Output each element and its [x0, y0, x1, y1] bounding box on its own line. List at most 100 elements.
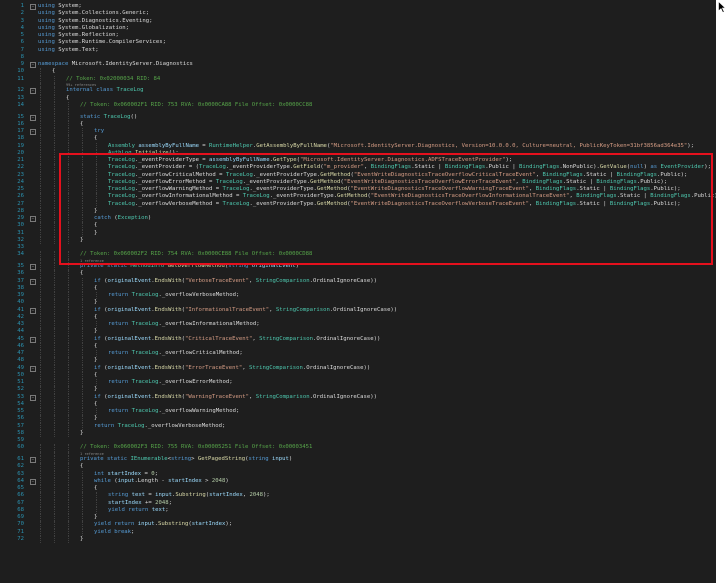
code-text[interactable]: }	[94, 415, 97, 422]
code-text[interactable]: {	[94, 485, 97, 492]
code-editor[interactable]: 1− using System; 2 using System.Collections…	[0, 0, 716, 583]
code-text[interactable]: return TraceLog._overflowWarningMethod;	[108, 408, 239, 415]
code-token: {	[66, 94, 70, 101]
code-token: int	[94, 470, 108, 477]
fold-toggle-icon[interactable]: −	[30, 216, 36, 222]
indent-guide	[40, 68, 41, 76]
code-text[interactable]: return TraceLog._overflowInformationalMe…	[108, 321, 260, 328]
code-text[interactable]: yield break;	[94, 529, 134, 536]
code-text[interactable]: using System.Reflection;	[38, 32, 119, 39]
fold-toggle-icon[interactable]: −	[30, 307, 36, 314]
code-text[interactable]: {	[80, 463, 83, 470]
code-text[interactable]: }	[94, 514, 97, 521]
line-number: 9	[20, 61, 24, 67]
line-number: 40	[17, 299, 24, 306]
code-text[interactable]: }	[94, 299, 97, 306]
code-text[interactable]: while (input.Length - startIndex > 2048)	[94, 478, 229, 485]
code-token: =	[145, 492, 156, 499]
code-text[interactable]: }	[94, 386, 97, 393]
code-token: "CriticalTraceEvent"	[184, 335, 253, 342]
code-token: startIndex	[107, 470, 142, 477]
code-text[interactable]: {	[80, 270, 83, 277]
code-text[interactable]: {	[94, 372, 97, 379]
code-text[interactable]: if (originalEvent.EndsWith("CriticalTrac…	[94, 336, 380, 343]
code-text[interactable]: static TraceLog()	[80, 114, 137, 121]
code-text[interactable]: {	[94, 314, 97, 321]
code-text[interactable]: // Token: 0x060002F1 RID: 753 RVA: 0x000…	[80, 102, 312, 109]
indent-guide	[68, 506, 69, 514]
code-text[interactable]: try	[94, 128, 104, 135]
line-number: 72	[17, 535, 24, 542]
indent-guide	[82, 470, 83, 478]
indent-guide	[82, 342, 83, 350]
code-line: 67 startIndex += 2048;	[0, 499, 716, 507]
code-token: namespace	[38, 61, 72, 67]
code-token: >	[201, 477, 212, 484]
fold-toggle-icon[interactable]: −	[30, 457, 36, 463]
code-text[interactable]: if (originalEvent.EndsWith("VerboseTrace…	[94, 278, 377, 285]
code-text[interactable]: namespace Microsoft.IdentityServer.Diagn…	[38, 61, 193, 68]
code-text[interactable]: if (originalEvent.EndsWith("WarningTrace…	[94, 394, 377, 401]
line-number: 11	[17, 75, 24, 82]
code-text[interactable]: string text = input.Substring(startIndex…	[108, 492, 270, 499]
code-line: 41− if (originalEvent.EndsWith("Informati…	[0, 306, 716, 314]
code-text[interactable]: internal class TraceLog	[66, 87, 143, 94]
indent-guide	[40, 321, 41, 329]
code-text[interactable]: }	[80, 536, 83, 543]
code-text[interactable]: // Token: 0x02000034 RID: 84	[66, 76, 160, 83]
fold-toggle-icon[interactable]: −	[30, 336, 36, 343]
fold-toggle-icon[interactable]: −	[30, 478, 36, 485]
code-text[interactable]: return TraceLog._overflowVerboseMethod;	[108, 292, 239, 299]
code-text[interactable]: using System.Text;	[38, 47, 99, 54]
fold-toggle-icon[interactable]: −	[30, 88, 36, 95]
fold-toggle-icon[interactable]: −	[30, 129, 36, 135]
code-token: System.Runtime.CompilerServices;	[58, 39, 166, 46]
indent-guide	[40, 222, 41, 230]
code-text[interactable]: using System.Collections.Generic;	[38, 10, 149, 17]
indent-guide	[96, 499, 97, 507]
code-text[interactable]: {	[80, 121, 83, 128]
editor-scrollbar[interactable]	[716, 0, 728, 583]
fold-toggle-icon[interactable]: −	[30, 264, 36, 270]
fold-toggle-icon[interactable]: −	[30, 278, 36, 285]
code-text[interactable]: {	[52, 68, 55, 75]
code-text[interactable]: {	[94, 285, 97, 292]
code-text[interactable]: // Token: 0x060002F3 RID: 755 RVA: 0x000…	[80, 444, 312, 451]
code-line: 60 // Token: 0x060002F3 RID: 755 RVA: 0x0…	[0, 444, 716, 452]
code-line: 72}	[0, 535, 716, 543]
fold-toggle-icon[interactable]: −	[30, 62, 36, 68]
code-text[interactable]: {	[66, 95, 69, 102]
fold-toggle-icon[interactable]: −	[30, 4, 36, 10]
indent-guide	[40, 335, 41, 343]
code-text[interactable]: return TraceLog._overflowErrorMethod;	[108, 379, 233, 386]
code-text[interactable]: return TraceLog._overflowCriticalMethod;	[108, 350, 243, 357]
code-text[interactable]: if (originalEvent.EndsWith("ErrorTraceEv…	[94, 365, 370, 372]
code-area: 1− using System; 2 using System.Collections…	[0, 3, 716, 543]
mouse-pointer-icon	[718, 1, 726, 13]
fold-toggle-icon[interactable]: −	[30, 394, 36, 401]
code-text[interactable]: int startIndex = 0;	[94, 471, 158, 478]
code-text[interactable]: private static IEnumerable<string> GetPa…	[80, 456, 292, 463]
code-text[interactable]: yield return input.Substring(startIndex)…	[94, 521, 232, 528]
code-text[interactable]: startIndex += 2048;	[108, 500, 172, 507]
code-token: using	[38, 10, 59, 17]
line-number: 7	[20, 46, 24, 53]
fold-toggle-icon[interactable]: −	[30, 114, 36, 121]
code-text[interactable]: using System.Diagnostics.Eventing;	[38, 18, 153, 25]
indent-guide	[68, 477, 69, 485]
code-text[interactable]: yield return text;	[108, 507, 169, 514]
code-text[interactable]: using System.Runtime.CompilerServices;	[38, 39, 166, 46]
code-text[interactable]: }	[94, 357, 97, 364]
code-text[interactable]: using System.Globalization;	[38, 25, 129, 32]
code-text[interactable]: if (originalEvent.EndsWith("Informationa…	[94, 307, 397, 314]
code-text[interactable]: {	[94, 343, 97, 350]
code-text[interactable]: {	[94, 135, 97, 142]
code-text[interactable]: return TraceLog._overflowVerboseMethod;	[94, 423, 225, 430]
code-text[interactable]: }	[80, 430, 83, 437]
code-text[interactable]: using System;	[38, 3, 82, 10]
indent-guide	[40, 200, 41, 208]
fold-toggle-icon[interactable]: −	[30, 365, 36, 372]
code-text[interactable]: }	[94, 328, 97, 335]
code-text[interactable]: Assembly assemblyByFullName = RuntimeHel…	[108, 143, 694, 150]
code-text[interactable]: {	[94, 401, 97, 408]
